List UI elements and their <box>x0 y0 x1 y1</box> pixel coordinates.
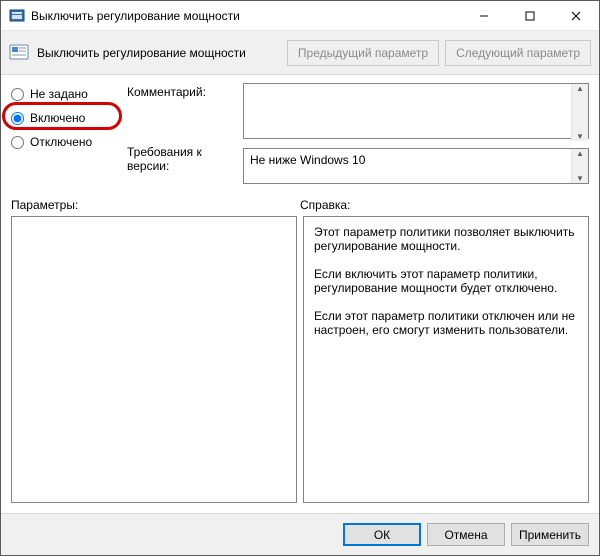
footer-bar: ОК Отмена Применить <box>1 513 599 555</box>
requirements-label: Требования к версии: <box>127 145 237 173</box>
radio-disabled-input[interactable] <box>11 136 24 149</box>
radio-enabled-input[interactable] <box>11 112 24 125</box>
maximize-button[interactable] <box>507 1 553 31</box>
dialog-body: Не задано Включено Отключено Комментарий… <box>1 75 599 513</box>
requirements-scrollbar[interactable]: ▲ ▼ <box>571 149 588 183</box>
options-pane <box>11 216 297 503</box>
previous-setting-button[interactable]: Предыдущий параметр <box>287 40 439 66</box>
policy-icon <box>9 42 31 64</box>
options-label: Параметры: <box>11 198 300 212</box>
comment-scrollbar[interactable]: ▲ ▼ <box>571 84 588 141</box>
scroll-up-icon: ▲ <box>576 84 584 93</box>
state-radio-group: Не задано Включено Отключено <box>11 83 121 184</box>
requirements-box: Не ниже Windows 10 ▲ ▼ <box>243 148 589 184</box>
radio-enabled-label: Включено <box>30 111 85 125</box>
close-button[interactable] <box>553 1 599 31</box>
dialog-window: Выключить регулирование мощности Выключи… <box>0 0 600 556</box>
scroll-up-icon: ▲ <box>576 149 584 158</box>
scroll-down-icon: ▼ <box>576 132 584 141</box>
app-icon <box>9 8 25 24</box>
header-title: Выключить регулирование мощности <box>37 46 281 60</box>
radio-not-configured-label: Не задано <box>30 87 88 101</box>
help-paragraph: Если этот параметр политики отключен или… <box>314 309 578 337</box>
requirements-value: Не ниже Windows 10 <box>250 153 365 167</box>
window-title: Выключить регулирование мощности <box>31 9 461 23</box>
comment-label: Комментарий: <box>127 85 237 99</box>
ok-button[interactable]: ОК <box>343 523 421 546</box>
titlebar: Выключить регулирование мощности <box>1 1 599 31</box>
cancel-button[interactable]: Отмена <box>427 523 505 546</box>
help-paragraph: Этот параметр политики позволяет выключи… <box>314 225 578 253</box>
help-label: Справка: <box>300 198 589 212</box>
minimize-button[interactable] <box>461 1 507 31</box>
apply-button[interactable]: Применить <box>511 523 589 546</box>
radio-not-configured-input[interactable] <box>11 88 24 101</box>
radio-disabled[interactable]: Отключено <box>11 135 121 149</box>
help-paragraph: Если включить этот параметр политики, ре… <box>314 267 578 295</box>
comment-textarea[interactable] <box>243 83 589 139</box>
radio-disabled-label: Отключено <box>30 135 92 149</box>
header-bar: Выключить регулирование мощности Предыду… <box>1 31 599 75</box>
scroll-down-icon: ▼ <box>576 174 584 183</box>
radio-enabled[interactable]: Включено <box>11 111 121 125</box>
help-pane: Этот параметр политики позволяет выключи… <box>303 216 589 503</box>
next-setting-button[interactable]: Следующий параметр <box>445 40 591 66</box>
radio-not-configured[interactable]: Не задано <box>11 87 121 101</box>
